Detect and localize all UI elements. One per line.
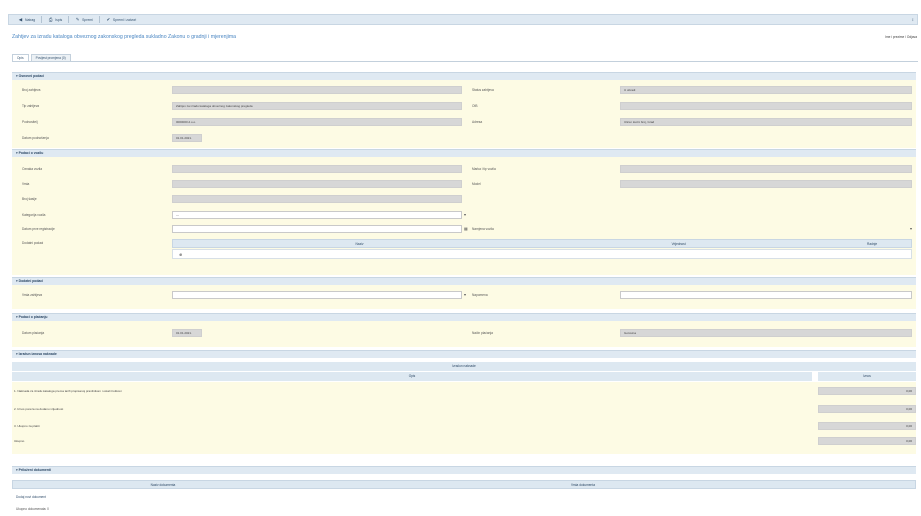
chevron-down-icon[interactable]: ▾ <box>910 226 912 231</box>
section-body-vozilo: Oznaka vozila Vrsta Broj šasije Kategori… <box>12 157 916 275</box>
field-label: Napomena <box>472 293 488 297</box>
field-label: Vrsta zahtjeva <box>22 293 43 297</box>
back-button[interactable]: ◀ Natrag <box>12 15 41 24</box>
back-icon: ◀ <box>18 17 23 22</box>
section-header-vozilo[interactable]: ▾ Podaci o vozilu <box>12 149 916 157</box>
field-label: Datum prve registracije <box>22 227 55 231</box>
back-label: Natrag <box>25 17 36 22</box>
field-value <box>620 165 912 173</box>
field-value: 01.01.2021. <box>172 134 202 142</box>
column-header: Naziv <box>355 241 364 246</box>
documents-table-header: Naziv dokumenta Vrsta dokumenta <box>12 480 916 489</box>
request-type-select[interactable] <box>172 291 462 299</box>
field-value: Ulica i kućni broj, Grad <box>620 118 912 126</box>
chevron-down-icon[interactable]: ▾ <box>464 292 466 297</box>
section-body-placanje: Datum plaćanja 01.01.2021. Način plaćanj… <box>12 321 916 347</box>
field-label: Datum plaćanja <box>22 331 45 335</box>
save-icon: ✔ <box>106 17 111 22</box>
field-label: Datum podnošenja <box>22 136 49 140</box>
add-document-link[interactable]: Dodaj novi dokument <box>16 495 46 499</box>
field-label: Broj zahtjeva <box>22 88 41 92</box>
field-value: 01.01.2021. <box>172 329 202 337</box>
tabs-divider <box>12 61 918 62</box>
calc-row-value: 0,00 <box>818 422 916 430</box>
calc-row-label: 3. Ukupno za platiti <box>14 424 40 428</box>
save-close-button[interactable]: ✔ Spremi i zatvori <box>100 15 142 24</box>
column-header: Opis <box>12 372 812 381</box>
save-close-label: Spremi i zatvori <box>112 17 137 22</box>
column-header: Vrijednost <box>671 241 686 246</box>
calc-table-title: Izračun naknade <box>12 362 916 371</box>
calc-row-label: 2. Iznos poreza na dodanu vrijednost <box>14 407 64 411</box>
user-menu[interactable]: Ime i prezime / Odjava <box>885 35 917 39</box>
print-icon: ⎙ <box>48 17 53 22</box>
field-label: Vrsta <box>22 182 30 186</box>
category-select[interactable]: --- <box>172 211 462 219</box>
calc-row-label: Ukupno <box>14 439 25 443</box>
field-value: Gotovina <box>620 329 912 337</box>
add-icon[interactable]: ⊕ <box>179 252 182 257</box>
save-button[interactable]: ✎ Spremi <box>69 15 99 24</box>
field-value: U obradi <box>620 86 912 94</box>
calendar-icon[interactable]: ▦ <box>464 226 468 231</box>
date-input[interactable] <box>172 225 462 233</box>
print-label: Ispis <box>55 17 63 22</box>
field-label: Marka i tip vozila <box>472 167 496 171</box>
calc-row-label: 1. Naknada za izradu kataloga prema tari… <box>14 389 122 393</box>
section-header-dodatni[interactable]: ▾ Dodatni podaci <box>12 277 916 285</box>
toolbar: ◀ Natrag ⎙ Ispis ✎ Spremi ✔ Spremi i zat… <box>8 14 918 25</box>
section-header-placanje[interactable]: ▾ Podaci o plaćanju <box>12 313 916 321</box>
edit-icon: ✎ <box>75 17 80 22</box>
field-value <box>620 180 912 188</box>
field-label: Namjena vozila <box>472 227 494 231</box>
print-button[interactable]: ⎙ Ispis <box>42 15 68 24</box>
calc-row-value: 0,00 <box>818 405 916 413</box>
column-header: Vrsta dokumenta <box>571 482 595 487</box>
column-header: Iznos <box>818 372 916 381</box>
section-header-dokumenti[interactable]: ▾ Priloženi dokumenti <box>12 466 916 474</box>
field-label: Status zahtjeva <box>472 88 494 92</box>
field-label: Podnositelj <box>22 120 38 124</box>
field-value <box>172 195 462 203</box>
field-label: Kategorija vozila <box>22 213 46 217</box>
field-value: 0000000 d.o.o. <box>172 118 462 126</box>
field-label: OIB <box>472 104 478 108</box>
section-body-dodatni: Vrsta zahtjeva ▾ Napomena <box>12 285 916 309</box>
chevron-down-icon[interactable]: ▾ <box>464 212 466 217</box>
section-header-izracun[interactable]: ▾ Izračun iznosa naknade <box>12 350 916 358</box>
column-header: Naziv dokumenta <box>150 482 176 487</box>
column-header: Radnje <box>867 241 878 246</box>
scroll-toggle-icon[interactable]: ↕ <box>912 17 914 22</box>
section-body-osnovni: Broj zahtjeva Tip zahtjeva Zahtjev za iz… <box>12 80 916 148</box>
field-label: Model <box>472 182 481 186</box>
field-value <box>172 165 462 173</box>
save-label: Spremi <box>82 17 93 22</box>
field-label: Tip zahtjeva <box>22 104 40 108</box>
field-label: Broj šasije <box>22 197 37 201</box>
vozilo-table-header: Naziv Vrijednost Radnje <box>172 239 912 248</box>
field-label: Dodatni podaci <box>22 241 44 245</box>
field-value: Zahtjev za izradu kataloga obveznog zako… <box>172 102 462 110</box>
calc-row-value: 0,00 <box>818 387 916 395</box>
field-value <box>172 86 462 94</box>
field-label: Način plaćanja <box>472 331 493 335</box>
table-row[interactable]: ⊕ <box>172 249 912 259</box>
field-label: Oznaka vozila <box>22 167 43 171</box>
field-value <box>172 180 462 188</box>
field-value <box>620 102 912 110</box>
note-input[interactable] <box>620 291 912 299</box>
documents-count: Ukupno dokumenata: 0 <box>16 507 49 511</box>
field-label: Adresa <box>472 120 483 124</box>
page-title: Zahtjev za izradu kataloga obveznog zako… <box>12 34 237 40</box>
calc-row-value: 0,00 <box>818 437 916 445</box>
section-header-osnovni[interactable]: ▾ Osnovni podaci <box>12 72 916 80</box>
